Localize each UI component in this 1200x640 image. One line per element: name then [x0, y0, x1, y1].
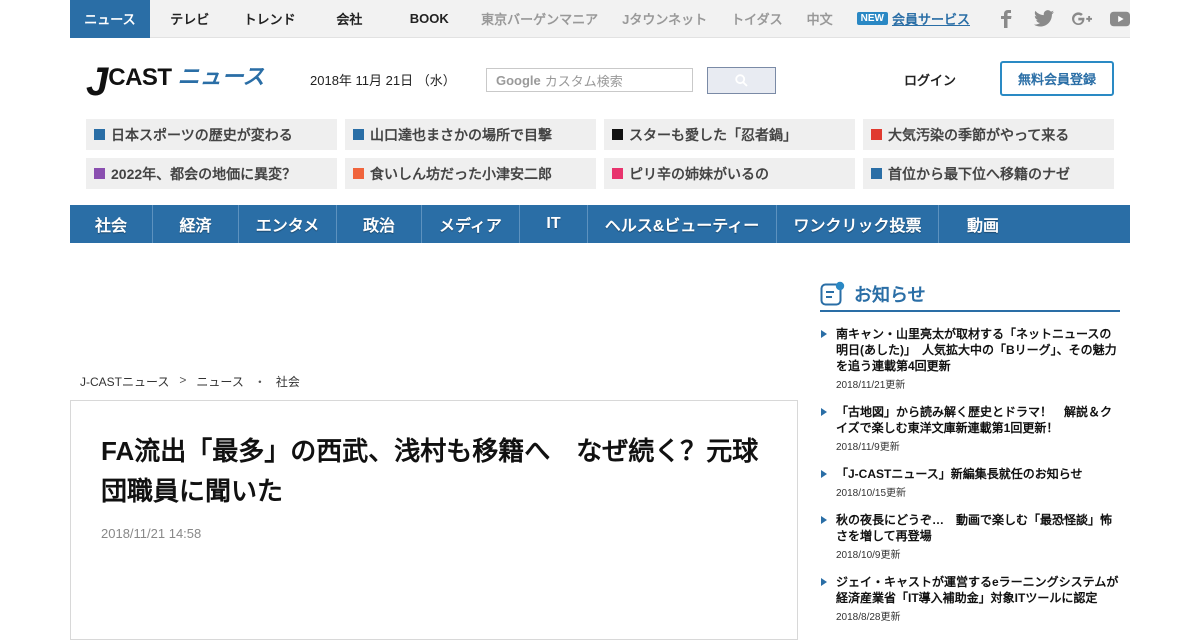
topic-color-square: [353, 129, 364, 140]
arrow-right-icon: [821, 330, 827, 338]
google-plus-icon[interactable]: [1072, 9, 1092, 29]
logo-news: ニュース: [177, 65, 265, 90]
topnav-item-book[interactable]: BOOK: [389, 0, 469, 38]
search-button[interactable]: [707, 67, 776, 94]
topnav-item-chinese[interactable]: 中文: [795, 0, 845, 38]
category-society[interactable]: 社会: [70, 205, 153, 243]
topnav-item-trend[interactable]: トレンド: [230, 0, 310, 38]
topic-tile[interactable]: 日本スポーツの歴史が変わる: [86, 119, 337, 150]
notice-date: 2018/11/9更新: [836, 442, 900, 453]
topnav-item-company[interactable]: 会社: [309, 0, 389, 38]
search-placeholder: カスタム検索: [544, 73, 623, 89]
topic-color-square: [871, 168, 882, 179]
notice-title: 「J-CASTニュース」新編集長就任のお知らせ: [836, 467, 1083, 481]
arrow-right-icon: [821, 408, 827, 416]
google-label: Google: [496, 72, 541, 88]
topic-tile[interactable]: 食いしん坊だった小津安二郎: [345, 158, 596, 189]
category-it[interactable]: IT: [520, 205, 588, 243]
article-date: 2018/11/21 14:58: [101, 526, 202, 541]
topic-color-square: [94, 129, 105, 140]
topic-tiles: 日本スポーツの歴史が変わる 山口達也まさかの場所で目撃 スターも愛した「忍者鍋」…: [86, 119, 1114, 189]
member-service: NEW 会員サービス: [845, 0, 982, 38]
topnav-item-bargain[interactable]: 東京バーゲンマニア: [469, 0, 610, 38]
topnav-item-news[interactable]: ニュース: [70, 0, 150, 38]
topnav-item-jtown[interactable]: Jタウンネット: [610, 0, 719, 38]
facebook-icon[interactable]: [996, 9, 1016, 29]
arrow-right-icon: [821, 578, 827, 586]
topnav-item-toydas[interactable]: トイダス: [719, 0, 794, 38]
notice-item[interactable]: 秋の夜長にどうぞ… 動画で楽しむ「最恐怪談」怖さを増して再登場 2018/10/…: [820, 512, 1120, 561]
notices-sidebar: お知らせ 南キャン・山里亮太が取材する「ネットニュースの明日(あした)」 人気拡…: [820, 278, 1120, 636]
notices-list: 南キャン・山里亮太が取材する「ネットニュースの明日(あした)」 人気拡大中の「B…: [820, 326, 1120, 623]
article-card: FA流出「最多」の西武、浅村も移籍へ なぜ続く？元球団職員に聞いた 2018/1…: [70, 400, 798, 640]
category-nav: 社会 経済 エンタメ 政治 メディア IT ヘルス&ビューティー ワンクリック投…: [70, 205, 1130, 243]
category-video[interactable]: 動画: [939, 205, 1027, 243]
topic-color-square: [353, 168, 364, 179]
topic-tile[interactable]: 首位から最下位へ移籍のナゼ: [863, 158, 1114, 189]
topic-color-square: [612, 168, 623, 179]
topic-tile[interactable]: 大気汚染の季節がやって来る: [863, 119, 1114, 150]
topic-tile[interactable]: ピリ辛の姉妹がいるの: [604, 158, 855, 189]
breadcrumb-separator: >: [179, 373, 187, 387]
notice-title: 南キャン・山里亮太が取材する「ネットニュースの明日(あした)」 人気拡大中の「B…: [836, 327, 1117, 373]
article-title: FA流出「最多」の西武、浅村も移籍へ なぜ続く？元球団職員に聞いた: [101, 436, 759, 506]
logo-cast: CAST: [108, 64, 172, 91]
topic-color-square: [612, 129, 623, 140]
breadcrumb: J-CASTニュース > ニュース ・ 社会: [80, 373, 300, 390]
search-input[interactable]: Google カスタム検索: [486, 68, 693, 92]
notice-title: ジェイ・キャストが運営するeラーニングシステムが経済産業省「IT導入補助金」対象…: [836, 575, 1119, 605]
notice-item[interactable]: 「古地図」から読み解く歴史とドラマ！ 解説＆クイズで楽しむ東洋文庫新連載第1回更…: [820, 404, 1120, 453]
breadcrumb-home[interactable]: J-CASTニュース: [80, 373, 169, 390]
breadcrumb-separator: ・: [253, 375, 266, 389]
notice-icon: [820, 281, 845, 306]
category-economy[interactable]: 経済: [153, 205, 239, 243]
notice-title: 「古地図」から読み解く歴史とドラマ！ 解説＆クイズで楽しむ東洋文庫新連載第1回更…: [836, 405, 1113, 435]
notice-date: 2018/8/28更新: [836, 612, 901, 623]
topnav-item-tv[interactable]: テレビ: [150, 0, 230, 38]
topic-tile[interactable]: 山口達也まさかの場所で目撃: [345, 119, 596, 150]
arrow-right-icon: [821, 470, 827, 478]
notice-item[interactable]: 「J-CASTニュース」新編集長就任のお知らせ 2018/10/15更新: [820, 466, 1120, 499]
logo-j: J: [86, 60, 109, 104]
notice-date: 2018/10/15更新: [836, 488, 907, 499]
twitter-icon[interactable]: [1034, 9, 1054, 29]
notice-date: 2018/11/21更新: [836, 380, 906, 391]
notices-header: お知らせ: [820, 278, 1120, 312]
new-badge: NEW: [856, 12, 888, 25]
search-icon: [735, 74, 748, 87]
notice-item[interactable]: ジェイ・キャストが運営するeラーニングシステムが経済産業省「IT導入補助金」対象…: [820, 574, 1120, 623]
breadcrumb-section[interactable]: ニュース: [196, 373, 243, 390]
arrow-right-icon: [821, 516, 827, 524]
notices-title: お知らせ: [854, 285, 926, 305]
site-header: J CAST ニュース 2018年 11月 21日 （水） Google カスタ…: [70, 40, 1130, 118]
current-date: 2018年 11月 21日 （水）: [310, 73, 456, 88]
member-service-link[interactable]: 会員サービス: [892, 9, 970, 28]
youtube-icon[interactable]: [1110, 9, 1130, 29]
topic-color-square: [871, 129, 882, 140]
login-link[interactable]: ログイン: [904, 70, 956, 89]
topic-tile[interactable]: スターも愛した「忍者鍋」: [604, 119, 855, 150]
social-links: [996, 9, 1130, 29]
notice-title: 秋の夜長にどうぞ… 動画で楽しむ「最恐怪談」怖さを増して再登場: [836, 513, 1113, 543]
category-media[interactable]: メディア: [422, 205, 520, 243]
top-nav: ニュース テレビ トレンド 会社 BOOK 東京バーゲンマニア Jタウンネット …: [70, 0, 1130, 38]
topic-color-square: [94, 168, 105, 179]
category-one-click-vote[interactable]: ワンクリック投票: [777, 205, 939, 243]
category-entame[interactable]: エンタメ: [239, 205, 337, 243]
breadcrumb-category[interactable]: 社会: [276, 373, 300, 390]
notice-item[interactable]: 南キャン・山里亮太が取材する「ネットニュースの明日(あした)」 人気拡大中の「B…: [820, 326, 1120, 391]
site-logo[interactable]: J CAST ニュース: [86, 58, 265, 104]
topic-tile[interactable]: 2022年、都会の地価に異変？: [86, 158, 337, 189]
register-button[interactable]: 無料会員登録: [1000, 61, 1114, 96]
notice-date: 2018/10/9更新: [836, 550, 901, 561]
category-politics[interactable]: 政治: [337, 205, 422, 243]
category-health-beauty[interactable]: ヘルス&ビューティー: [588, 205, 777, 243]
